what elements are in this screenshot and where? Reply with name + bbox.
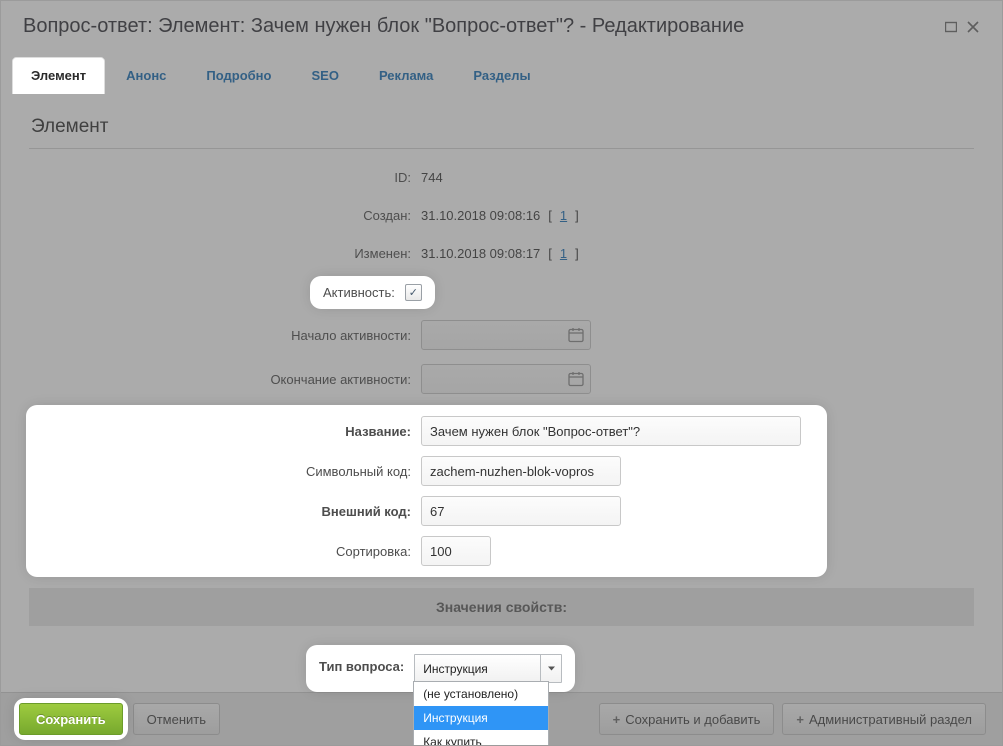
save-button[interactable]: Сохранить xyxy=(19,703,123,735)
created-user-link[interactable]: 1 xyxy=(560,208,567,223)
activity-end-input[interactable] xyxy=(421,364,591,394)
xml-input[interactable] xyxy=(421,496,621,526)
code-input[interactable] xyxy=(421,456,621,486)
activity-start-label: Начало активности: xyxy=(29,328,421,343)
modified-bracket-open: [ xyxy=(548,246,552,261)
question-type-option[interactable]: (не установлено) xyxy=(414,682,548,706)
xml-label: Внешний код: xyxy=(29,504,421,519)
tab-element[interactable]: Элемент xyxy=(13,58,104,94)
active-label: Активность: xyxy=(323,285,405,300)
sort-input[interactable] xyxy=(421,536,491,566)
page-title: Вопрос-ответ: Элемент: Зачем нужен блок … xyxy=(23,15,940,38)
section-title: Элемент xyxy=(29,112,974,149)
sort-label: Сортировка: xyxy=(29,544,421,559)
tab-ads[interactable]: Реклама xyxy=(361,58,451,94)
activity-start-input[interactable] xyxy=(421,320,591,350)
chevron-down-icon xyxy=(540,655,561,682)
calendar-icon[interactable] xyxy=(567,326,585,344)
properties-band: Значения свойств: xyxy=(29,588,974,626)
modified-label: Изменен: xyxy=(29,246,421,261)
cancel-button[interactable]: Отменить xyxy=(133,703,220,735)
created-label: Создан: xyxy=(29,208,421,223)
plus-icon: + xyxy=(613,712,621,727)
save-and-add-button[interactable]: + Сохранить и добавить xyxy=(599,703,775,735)
question-type-label: Тип вопроса: xyxy=(319,654,414,674)
tab-detail[interactable]: Подробно xyxy=(188,58,289,94)
tab-seo[interactable]: SEO xyxy=(293,58,356,94)
modified-user-link[interactable]: 1 xyxy=(560,246,567,261)
modified-value: 31.10.2018 09:08:17 xyxy=(421,246,540,261)
id-value: 744 xyxy=(421,170,974,185)
question-type-dropdown: (не установлено) Инструкция Как купить О… xyxy=(413,681,549,746)
created-value: 31.10.2018 09:08:16 xyxy=(421,208,540,223)
save-and-add-label: Сохранить и добавить xyxy=(625,712,760,727)
name-label: Название: xyxy=(29,424,421,439)
close-icon[interactable] xyxy=(962,16,984,38)
name-input[interactable] xyxy=(421,416,801,446)
admin-section-button[interactable]: + Административный раздел xyxy=(782,703,986,735)
created-bracket-open: [ xyxy=(548,208,552,223)
admin-section-label: Административный раздел xyxy=(809,712,972,727)
id-label: ID: xyxy=(29,170,421,185)
tab-anons[interactable]: Анонс xyxy=(108,58,184,94)
active-checkbox[interactable]: ✓ xyxy=(405,284,422,301)
question-type-option[interactable]: Как купить xyxy=(414,730,548,746)
question-type-option[interactable]: Инструкция xyxy=(414,706,548,730)
tab-bar: Элемент Анонс Подробно SEO Реклама Разде… xyxy=(1,52,1002,94)
question-type-select[interactable]: Инструкция xyxy=(414,654,562,683)
modified-bracket-close: ] xyxy=(575,246,579,261)
calendar-icon[interactable] xyxy=(567,370,585,388)
plus-icon: + xyxy=(796,712,804,727)
expand-icon[interactable] xyxy=(940,16,962,38)
question-type-selected: Инструкция xyxy=(423,662,488,676)
code-label: Символьный код: xyxy=(29,464,421,479)
tab-sections[interactable]: Разделы xyxy=(455,58,548,94)
activity-end-label: Окончание активности: xyxy=(29,372,421,387)
created-bracket-close: ] xyxy=(575,208,579,223)
